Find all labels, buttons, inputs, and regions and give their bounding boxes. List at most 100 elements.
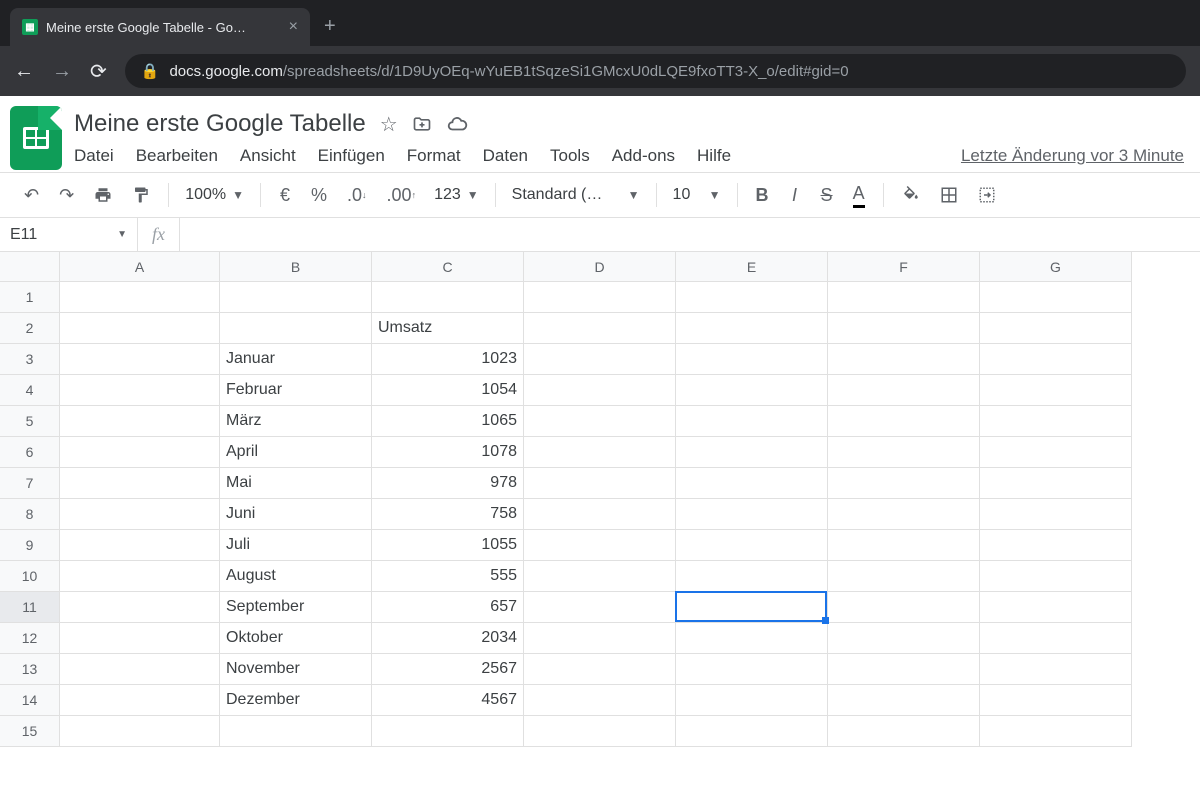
cell-D9[interactable] (524, 530, 676, 561)
row-header-5[interactable]: 5 (0, 406, 60, 437)
cell-G11[interactable] (980, 592, 1132, 623)
cell-C12[interactable]: 2034 (372, 623, 524, 654)
cell-F14[interactable] (828, 685, 980, 716)
cell-E4[interactable] (676, 375, 828, 406)
menu-einfuegen[interactable]: Einfügen (318, 146, 385, 166)
cell-G13[interactable] (980, 654, 1132, 685)
row-header-12[interactable]: 12 (0, 623, 60, 654)
url-bar[interactable]: 🔒 docs.google.com/spreadsheets/d/1D9UyOE… (125, 54, 1186, 88)
cell-B4[interactable]: Februar (220, 375, 372, 406)
cell-A1[interactable] (60, 282, 220, 313)
cell-E8[interactable] (676, 499, 828, 530)
cell-A10[interactable] (60, 561, 220, 592)
menu-bearbeiten[interactable]: Bearbeiten (136, 146, 218, 166)
cell-F11[interactable] (828, 592, 980, 623)
cell-G14[interactable] (980, 685, 1132, 716)
cell-E1[interactable] (676, 282, 828, 313)
cell-D7[interactable] (524, 468, 676, 499)
cell-C3[interactable]: 1023 (372, 344, 524, 375)
cell-C6[interactable]: 1078 (372, 437, 524, 468)
cell-E2[interactable] (676, 313, 828, 344)
cell-B1[interactable] (220, 282, 372, 313)
col-header-G[interactable]: G (980, 252, 1132, 282)
col-header-F[interactable]: F (828, 252, 980, 282)
menu-tools[interactable]: Tools (550, 146, 590, 166)
reload-icon[interactable]: ⟳ (90, 59, 107, 84)
fill-color-icon[interactable] (894, 180, 928, 210)
cell-E6[interactable] (676, 437, 828, 468)
name-box[interactable]: E11 ▼ (0, 218, 138, 251)
cell-E11[interactable] (676, 592, 828, 623)
sheets-logo-icon[interactable] (10, 106, 62, 170)
cell-G2[interactable] (980, 313, 1132, 344)
cell-E12[interactable] (676, 623, 828, 654)
paint-format-icon[interactable] (124, 180, 158, 210)
cell-C10[interactable]: 555 (372, 561, 524, 592)
cell-F4[interactable] (828, 375, 980, 406)
zoom-select[interactable]: 100%▼ (179, 182, 250, 208)
cell-F6[interactable] (828, 437, 980, 468)
row-header-9[interactable]: 9 (0, 530, 60, 561)
formula-bar[interactable] (180, 218, 1200, 251)
cell-B8[interactable]: Juni (220, 499, 372, 530)
cell-C2[interactable]: Umsatz (372, 313, 524, 344)
cell-B3[interactable]: Januar (220, 344, 372, 375)
row-header-2[interactable]: 2 (0, 313, 60, 344)
more-formats-select[interactable]: 123▼ (428, 182, 485, 208)
cell-A9[interactable] (60, 530, 220, 561)
cell-C7[interactable]: 978 (372, 468, 524, 499)
cell-C13[interactable]: 2567 (372, 654, 524, 685)
menu-hilfe[interactable]: Hilfe (697, 146, 731, 166)
cell-G1[interactable] (980, 282, 1132, 313)
cell-F12[interactable] (828, 623, 980, 654)
menu-ansicht[interactable]: Ansicht (240, 146, 296, 166)
cell-B15[interactable] (220, 716, 372, 747)
cell-F7[interactable] (828, 468, 980, 499)
bold-icon[interactable]: B (748, 179, 777, 212)
cell-D6[interactable] (524, 437, 676, 468)
cell-G3[interactable] (980, 344, 1132, 375)
cell-F10[interactable] (828, 561, 980, 592)
cell-D4[interactable] (524, 375, 676, 406)
merge-cells-icon[interactable] (970, 180, 1004, 210)
cell-B5[interactable]: März (220, 406, 372, 437)
row-header-15[interactable]: 15 (0, 716, 60, 747)
percent-button[interactable]: % (303, 179, 335, 212)
cell-G5[interactable] (980, 406, 1132, 437)
cell-A7[interactable] (60, 468, 220, 499)
menu-daten[interactable]: Daten (483, 146, 528, 166)
cell-E14[interactable] (676, 685, 828, 716)
italic-icon[interactable]: I (781, 179, 809, 212)
cell-C9[interactable]: 1055 (372, 530, 524, 561)
cell-A5[interactable] (60, 406, 220, 437)
cell-B2[interactable] (220, 313, 372, 344)
last-edit-link[interactable]: Letzte Änderung vor 3 Minute (961, 146, 1184, 166)
cell-A2[interactable] (60, 313, 220, 344)
borders-icon[interactable] (932, 180, 966, 210)
undo-icon[interactable]: ↶ (16, 179, 47, 212)
cell-D5[interactable] (524, 406, 676, 437)
col-header-A[interactable]: A (60, 252, 220, 282)
new-tab-button[interactable]: + (324, 15, 336, 38)
cell-B13[interactable]: November (220, 654, 372, 685)
cell-E7[interactable] (676, 468, 828, 499)
col-header-E[interactable]: E (676, 252, 828, 282)
cell-G8[interactable] (980, 499, 1132, 530)
cell-F8[interactable] (828, 499, 980, 530)
cell-F9[interactable] (828, 530, 980, 561)
cell-E10[interactable] (676, 561, 828, 592)
cell-G4[interactable] (980, 375, 1132, 406)
col-header-B[interactable]: B (220, 252, 372, 282)
row-header-1[interactable]: 1 (0, 282, 60, 313)
cell-E3[interactable] (676, 344, 828, 375)
row-header-6[interactable]: 6 (0, 437, 60, 468)
cell-D12[interactable] (524, 623, 676, 654)
cell-D11[interactable] (524, 592, 676, 623)
cell-F15[interactable] (828, 716, 980, 747)
cell-A8[interactable] (60, 499, 220, 530)
redo-icon[interactable]: ↷ (51, 179, 82, 212)
cell-F13[interactable] (828, 654, 980, 685)
col-header-D[interactable]: D (524, 252, 676, 282)
cell-D2[interactable] (524, 313, 676, 344)
cell-C4[interactable]: 1054 (372, 375, 524, 406)
